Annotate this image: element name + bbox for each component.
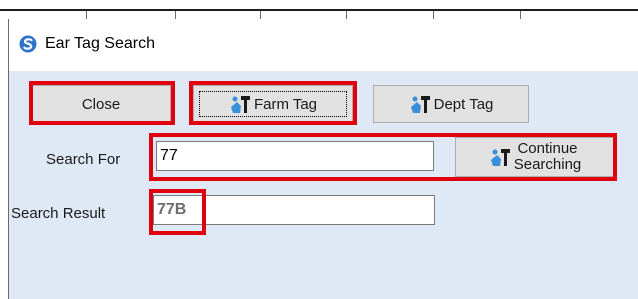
- column-divider: [433, 11, 434, 19]
- dept-tag-label: Dept Tag: [433, 95, 494, 113]
- window-title: Ear Tag Search: [45, 35, 155, 52]
- column-divider: [520, 11, 521, 19]
- column-divider: [175, 11, 176, 19]
- search-for-label: Search For: [46, 151, 121, 168]
- app-logo-icon: [19, 35, 37, 53]
- ear-tag-search-dialog: Ear Tag Search Close Farm Tag Dept Tag S…: [8, 19, 638, 299]
- column-divider: [346, 11, 347, 19]
- background-window-strip: [0, 0, 638, 19]
- search-result-label: Search Result: [11, 205, 106, 222]
- highlight-close: [29, 81, 175, 125]
- dept-tag-button[interactable]: Dept Tag: [373, 85, 529, 123]
- column-divider: [260, 11, 261, 19]
- ear-tag-wrench-icon: [410, 96, 430, 113]
- highlight-search-row: [149, 133, 617, 181]
- highlight-farm-tag: [189, 81, 357, 125]
- column-divider: [86, 11, 87, 19]
- highlight-search-result: [149, 189, 206, 235]
- background-window-border: [0, 9, 638, 11]
- title-bar: Ear Tag Search: [9, 19, 638, 71]
